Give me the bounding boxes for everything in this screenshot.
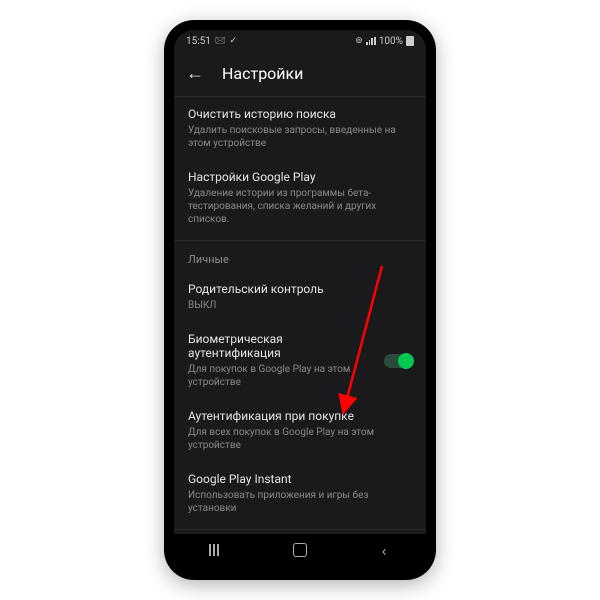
- setting-google-play-settings[interactable]: Настройки Google Play Удаление истории и…: [174, 160, 426, 236]
- nav-recent-button[interactable]: [196, 544, 236, 556]
- phone-frame: 15:51 🖂 ✓ ⊚ 100% ← Настройки Очистить ис…: [164, 20, 436, 580]
- header: ← Настройки: [174, 52, 426, 94]
- setting-title: Очистить историю поиска: [188, 107, 412, 121]
- setting-google-play-instant[interactable]: Google Play Instant Использовать приложе…: [174, 462, 426, 525]
- setting-subtitle: Использовать приложения и игры без устан…: [188, 489, 412, 515]
- setting-subtitle: Для покупок в Google Play на этом устрой…: [188, 363, 374, 389]
- setting-biometric-auth[interactable]: Биометрическая аутентификация Для покупо…: [174, 322, 426, 399]
- notification-icon-2: ✓: [229, 36, 237, 46]
- section-header-personal: Личные: [174, 240, 426, 272]
- setting-title: Аутентификация при покупке: [188, 409, 412, 423]
- setting-subtitle: Удалить поисковые запросы, введенные на …: [188, 124, 412, 150]
- nav-back-button[interactable]: ‹: [364, 541, 404, 560]
- setting-subtitle: Удаление истории из программы бета-тести…: [188, 187, 412, 226]
- setting-title: Родительский контроль: [188, 282, 412, 296]
- wifi-icon: ⊚: [355, 36, 363, 46]
- setting-clear-search-history[interactable]: Очистить историю поиска Удалить поисковы…: [174, 96, 426, 160]
- setting-title: Google Play Instant: [188, 472, 412, 486]
- setting-parental-control[interactable]: Родительский контроль ВЫКЛ: [174, 272, 426, 322]
- navigation-bar: ‹: [174, 534, 426, 566]
- setting-purchase-authentication[interactable]: Аутентификация при покупке Для всех поку…: [174, 399, 426, 462]
- screen: 15:51 🖂 ✓ ⊚ 100% ← Настройки Очистить ис…: [174, 30, 426, 566]
- setting-title: Настройки Google Play: [188, 170, 412, 184]
- biometric-toggle[interactable]: [384, 354, 412, 368]
- nav-home-button[interactable]: [280, 543, 320, 557]
- setting-subtitle: Для всех покупок в Google Play на этом у…: [188, 426, 412, 452]
- status-time: 15:51: [186, 36, 211, 47]
- status-bar: 15:51 🖂 ✓ ⊚ 100%: [174, 30, 426, 52]
- page-title: Настройки: [222, 64, 303, 83]
- battery-icon: [406, 36, 414, 46]
- settings-content[interactable]: Очистить историю поиска Удалить поисковы…: [174, 94, 426, 534]
- toggle-knob: [398, 353, 414, 369]
- notification-icon: 🖂: [215, 33, 226, 49]
- signal-icon: [366, 37, 376, 45]
- setting-subtitle: ВЫКЛ: [188, 299, 412, 312]
- battery-percent: 100%: [379, 36, 403, 47]
- setting-title: Биометрическая аутентификация: [188, 332, 374, 360]
- back-button[interactable]: ←: [186, 63, 204, 84]
